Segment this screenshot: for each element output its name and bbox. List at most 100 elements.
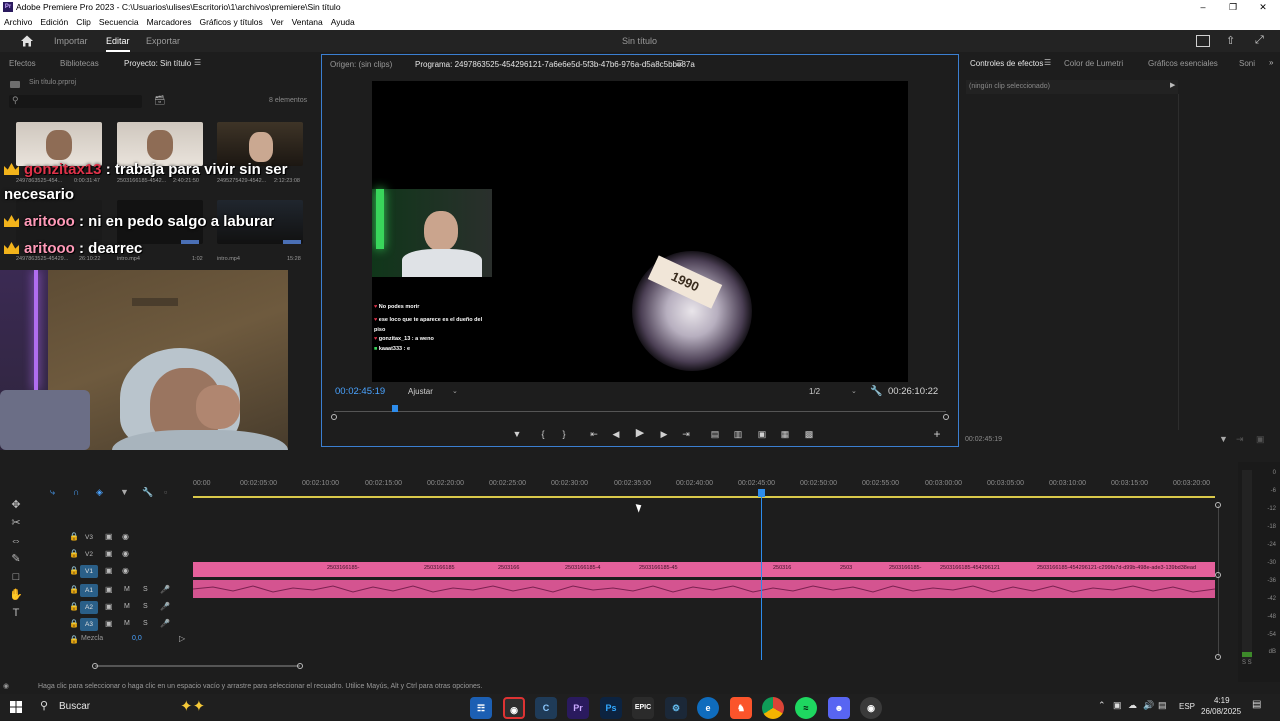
resolution-select[interactable]: 1/2 — [809, 387, 820, 396]
play-icon[interactable]: ▶ — [633, 426, 647, 440]
notifications-icon[interactable]: ▤ — [1252, 699, 1261, 710]
menu-ver[interactable]: Ver — [267, 17, 288, 27]
magnet-icon[interactable]: ∩ — [73, 487, 79, 497]
lock-icon[interactable]: 🔒 — [69, 635, 79, 644]
solo-button[interactable]: S — [143, 586, 148, 593]
captions-icon[interactable]: ▫ — [164, 487, 167, 497]
chevron-up-icon[interactable]: ⌃ — [1098, 700, 1106, 711]
track-a2[interactable]: A2 — [80, 601, 98, 614]
scroll-handle-bottom[interactable] — [1215, 654, 1221, 660]
timeline-vertical-scrollbar[interactable] — [1218, 505, 1219, 657]
film-icon[interactable]: ▣ — [105, 549, 113, 558]
scroll-handle-right[interactable] — [943, 414, 949, 420]
tab-efectos[interactable]: Efectos — [9, 59, 36, 68]
clock-time[interactable]: 4:19 — [1214, 696, 1230, 705]
tab-essential-graphics[interactable]: Gráficos esenciales — [1148, 59, 1218, 68]
menu-ayuda[interactable]: Ayuda — [327, 17, 359, 27]
tab-source-monitor[interactable]: Origen: (sin clips) — [330, 60, 392, 69]
language-indicator[interactable]: ESP — [1179, 702, 1195, 711]
microphone-icon[interactable]: 🎤 — [160, 619, 170, 628]
mix-value[interactable]: 0,0 — [132, 635, 142, 642]
monitor-scrub-bar[interactable] — [334, 411, 946, 412]
scroll-handle-middle[interactable] — [1215, 572, 1221, 578]
network-icon[interactable]: ▤ — [1158, 700, 1167, 711]
mark-out-icon[interactable]: } — [557, 427, 571, 441]
eye-icon[interactable]: ◉ — [122, 532, 129, 541]
mark-in-icon[interactable]: { — [536, 427, 550, 441]
tab-proyecto[interactable]: Proyecto: Sin título — [124, 59, 191, 68]
obs-icon[interactable]: ◉ — [503, 697, 525, 719]
menu-edicion[interactable]: Edición — [36, 17, 72, 27]
lock-icon[interactable]: 🔒 — [69, 619, 79, 628]
mute-button[interactable]: M — [124, 603, 130, 610]
step-back-icon[interactable]: ◀ — [609, 427, 623, 441]
capcut-icon[interactable]: C — [535, 697, 557, 719]
pen-tool-icon[interactable]: ✎ — [8, 552, 24, 566]
gamepad-icon[interactable]: ▣ — [1113, 700, 1122, 711]
work-area-bar[interactable] — [193, 496, 1215, 498]
tab-program-monitor[interactable]: Programa: 2497863525-454296121-7a6e6e5d-… — [415, 60, 695, 69]
panel-menu-icon[interactable]: ☰ — [194, 58, 201, 67]
restore-icon[interactable]: ❐ — [1218, 0, 1248, 14]
mute-button[interactable]: M — [124, 586, 130, 593]
step-forward-icon[interactable]: ▶ — [657, 427, 671, 441]
multi-camera-icon[interactable]: ▩ — [802, 427, 816, 441]
track-a1[interactable]: A1 — [80, 584, 98, 597]
chevron-right-icon[interactable]: ▶ — [1170, 81, 1175, 89]
ripple-tool-icon[interactable]: ⇔ — [8, 534, 24, 548]
selection-tool-icon[interactable]: ✥ — [8, 498, 24, 512]
rectangle-tool-icon[interactable]: □ — [8, 570, 24, 584]
linked-selection-icon[interactable]: ◈ — [96, 487, 103, 498]
go-to-out-icon[interactable]: ⇥ — [679, 427, 693, 441]
sync-lock-icon[interactable]: ▣ — [105, 585, 113, 594]
track-v2[interactable]: V2 — [80, 548, 98, 561]
minimize-icon[interactable]: – — [1188, 0, 1218, 14]
share-icon[interactable]: ⇧ — [1226, 34, 1235, 47]
lock-icon[interactable]: 🔒 — [69, 532, 79, 541]
spotify-icon[interactable]: ≈ — [795, 697, 817, 719]
eye-icon[interactable]: ◉ — [122, 566, 129, 575]
brave-icon[interactable]: ♞ — [730, 697, 752, 719]
scroll-handle-left[interactable] — [331, 414, 337, 420]
menu-secuencia[interactable]: Secuencia — [95, 17, 143, 27]
file-explorer-icon[interactable]: ☶ — [470, 697, 492, 719]
microphone-icon[interactable]: 🎤 — [160, 585, 170, 594]
camera-icon[interactable]: ▣ — [755, 427, 769, 441]
clock-date[interactable]: 26/08/2025 — [1201, 707, 1241, 716]
panel-menu-icon[interactable]: ☰ — [676, 59, 683, 68]
lock-icon[interactable]: 🔒 — [69, 602, 79, 611]
lock-icon[interactable]: 🔒 — [69, 585, 79, 594]
sync-lock-icon[interactable]: ▣ — [105, 619, 113, 628]
workspace-layout-icon[interactable] — [1196, 35, 1210, 47]
type-tool-icon[interactable]: T — [8, 606, 24, 620]
new-bin-icon[interactable]: 🗃 — [154, 95, 165, 106]
chrome-icon[interactable] — [762, 697, 784, 719]
chevron-down-icon[interactable]: ⌄ — [851, 387, 857, 395]
scroll-handle-right[interactable] — [297, 663, 303, 669]
lock-icon[interactable]: 🔒 — [69, 566, 79, 575]
hand-tool-icon[interactable]: ✋ — [8, 588, 24, 602]
tab-editar[interactable]: Editar — [106, 36, 130, 52]
tab-lumetri[interactable]: Color de Lumetri — [1064, 59, 1123, 68]
steam-icon[interactable]: ⚙ — [665, 697, 687, 719]
solo-button[interactable]: S — [143, 620, 148, 627]
current-timecode[interactable]: 00:02:45:19 — [335, 386, 385, 397]
menu-marcadores[interactable]: Marcadores — [143, 17, 196, 27]
fit-select[interactable]: Ajustar — [408, 387, 433, 396]
lock-icon[interactable]: 🔒 — [69, 549, 79, 558]
monitor-playhead[interactable] — [392, 405, 398, 412]
scroll-handle-left[interactable] — [92, 663, 98, 669]
scroll-handle-top[interactable] — [1215, 502, 1221, 508]
tab-effect-controls[interactable]: Controles de efectos — [970, 59, 1043, 68]
edge-icon[interactable]: e — [697, 697, 719, 719]
cloud-icon[interactable]: ☁ — [1128, 700, 1137, 711]
timeline-horizontal-scrollbar[interactable] — [95, 665, 300, 667]
track-v1[interactable]: V1 — [80, 565, 98, 578]
go-to-in-icon[interactable]: ⇤ — [587, 427, 601, 441]
windows-start-icon[interactable] — [10, 701, 22, 713]
overflow-icon[interactable]: » — [1269, 58, 1273, 67]
tab-sound[interactable]: Soni — [1239, 59, 1255, 68]
fullscreen-icon[interactable]: ⤢ — [1255, 34, 1264, 47]
snap-icon[interactable]: ⤷ — [50, 487, 55, 498]
add-button-icon[interactable]: + — [930, 427, 944, 441]
